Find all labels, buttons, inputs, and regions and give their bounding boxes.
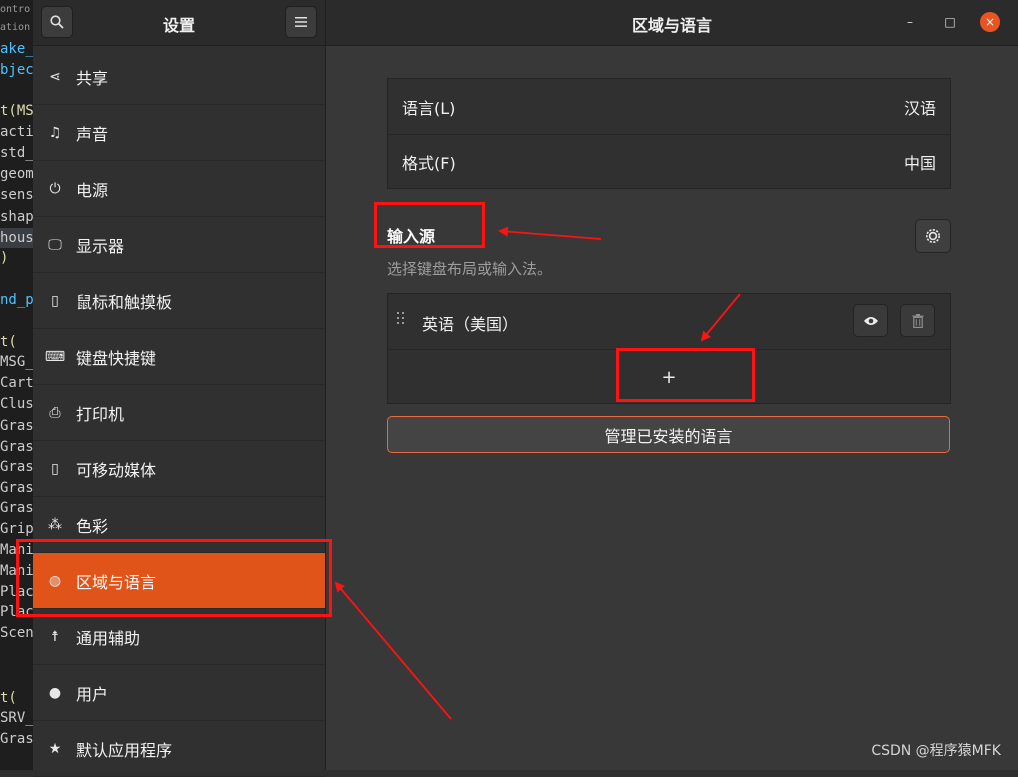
code-line: Grip	[0, 521, 33, 537]
annotation-box-add-button	[616, 348, 755, 402]
sidebar-item-label: 用户	[76, 684, 109, 704]
sidebar-item-label: 显示器	[76, 236, 125, 256]
sidebar-item-5[interactable]: ▯ 鼠标和触摸板	[33, 273, 325, 329]
sidebar-item-label: 鼠标和触摸板	[76, 292, 173, 312]
input-source-row[interactable]: 英语（美国）	[388, 294, 950, 350]
manage-languages-label: 管理已安装的语言	[604, 426, 733, 446]
sidebar-item-7[interactable]: ⎙ 打印机	[33, 385, 325, 441]
code-line: ake_	[0, 41, 33, 57]
maximize-icon: □	[944, 15, 956, 29]
code-line: t(	[0, 690, 17, 706]
monitor-icon: 🖵	[48, 236, 62, 253]
sidebar-item-3[interactable]: ⏻ 电源	[33, 161, 325, 217]
printer-icon: ⎙	[49, 404, 61, 421]
input-sources-subtitle: 选择键盘布局或输入法。	[387, 260, 553, 278]
sidebar-title: 设置	[162, 16, 195, 35]
input-source-label: 英语（美国）	[422, 315, 519, 334]
settings-sidebar: 设置 ⋖ 共享 ♫ 声音 ⏻ 电源 🖵 显示器 ▯ 鼠标和触摸板 ⌨ 键盘快捷键 ⎙ 打印机 ▯ 可移动媒体 ⁂…	[33, 0, 326, 777]
code-line: std_	[0, 145, 33, 161]
preview-layout-button[interactable]	[853, 304, 888, 337]
trash-icon	[912, 313, 923, 328]
code-line: geom	[0, 166, 33, 182]
sidebar-header: 设置	[33, 0, 325, 46]
code-line: Gras	[0, 459, 33, 475]
code-line: ontro	[0, 4, 31, 15]
code-line: Gras	[0, 480, 33, 496]
sidebar-item-label: 电源	[76, 180, 109, 200]
sidebar-item-8[interactable]: ▯ 可移动媒体	[33, 441, 325, 497]
annotation-box-input-sources	[374, 202, 485, 248]
remove-source-button[interactable]	[900, 304, 935, 337]
music-note-icon: ♫	[48, 124, 62, 141]
sidebar-item-label: 色彩	[76, 516, 109, 536]
code-line: )	[0, 250, 9, 266]
sidebar-item-label: 可移动媒体	[76, 460, 157, 480]
background-code-editor: ontro ation ake_bjec t(MS acti std_geom sens sh…	[0, 0, 33, 770]
star-icon: ★	[48, 740, 62, 757]
menu-button[interactable]	[285, 6, 317, 38]
code-line: MSG_	[0, 354, 33, 370]
mouse-icon: ▯	[51, 292, 59, 309]
removable-media-icon: ▯	[51, 460, 59, 477]
eye-icon	[863, 316, 878, 325]
manage-installed-languages-button[interactable]: 管理已安装的语言	[387, 416, 950, 453]
format-label: 格式(F)	[402, 154, 456, 173]
code-line: Clus	[0, 396, 33, 412]
drag-handle-icon[interactable]	[397, 312, 405, 328]
accessibility-icon: ☨	[51, 628, 59, 645]
sidebar-item-label: 打印机	[76, 404, 125, 424]
language-label: 语言(L)	[402, 98, 456, 118]
minimize-button[interactable]: –	[900, 12, 920, 32]
code-line: shap	[0, 209, 33, 225]
code-line: nd_p	[0, 292, 33, 308]
sidebar-item-4[interactable]: 🖵 显示器	[33, 217, 325, 273]
color-icon: ⁂	[48, 516, 62, 533]
power-icon: ⏻	[49, 180, 61, 197]
sidebar-item-11[interactable]: ☨ 通用辅助	[33, 609, 325, 665]
sidebar-item-label: 共享	[76, 68, 109, 88]
language-value: 汉语	[903, 98, 936, 118]
format-row[interactable]: 格式(F) 中国	[388, 134, 950, 189]
code-line: ation	[0, 22, 31, 33]
sidebar-item-13[interactable]: ★ 默认应用程序	[33, 721, 325, 777]
code-line: t(MS	[0, 103, 33, 119]
user-icon: ●	[48, 684, 62, 701]
sidebar-item-12[interactable]: ● 用户	[33, 665, 325, 721]
code-line: Scen	[0, 625, 33, 641]
code-line: bjec	[0, 62, 33, 78]
code-line: Gras	[0, 439, 33, 455]
sidebar-item-1[interactable]: ⋖ 共享	[33, 49, 325, 105]
close-icon: ×	[984, 15, 996, 29]
minimize-icon: –	[907, 15, 913, 29]
sidebar-item-6[interactable]: ⌨ 键盘快捷键	[33, 329, 325, 385]
share-icon: ⋖	[49, 68, 61, 85]
code-line: Cart	[0, 375, 33, 391]
code-line: Gras	[0, 418, 33, 434]
sidebar-item-label: 默认应用程序	[76, 740, 173, 760]
language-row[interactable]: 语言(L) 汉语	[388, 79, 950, 134]
code-line: t(	[0, 334, 17, 350]
hamburger-menu-icon	[295, 17, 307, 27]
sidebar-item-label: 声音	[76, 124, 109, 144]
code-line: hous	[0, 228, 33, 248]
code-line: acti	[0, 124, 33, 140]
close-button[interactable]: ×	[980, 12, 1000, 32]
code-line: Gras	[0, 731, 33, 747]
sidebar-item-label: 通用辅助	[76, 628, 141, 648]
watermark: CSDN @程序猿MFK	[871, 743, 1001, 759]
code-line: SRV_	[0, 710, 33, 726]
code-line: sens	[0, 187, 33, 203]
main-header: 区域与语言 – □ ×	[326, 0, 1018, 46]
sidebar-list: ⋖ 共享 ♫ 声音 ⏻ 电源 🖵 显示器 ▯ 鼠标和触摸板 ⌨ 键盘快捷键 ⎙ 打印机 ▯ 可移动媒体 ⁂ 色彩 ◍…	[33, 49, 325, 777]
sidebar-item-label: 键盘快捷键	[76, 348, 157, 368]
annotation-box-region-language	[16, 539, 332, 617]
maximize-button[interactable]: □	[940, 12, 960, 32]
sidebar-item-2[interactable]: ♫ 声音	[33, 105, 325, 161]
format-value: 中国	[903, 154, 936, 173]
code-line: Gras	[0, 500, 33, 516]
language-format-panel: 语言(L) 汉语 格式(F) 中国	[387, 78, 951, 189]
input-sources-settings-button[interactable]	[915, 219, 951, 253]
keyboard-icon: ⌨	[44, 348, 66, 365]
gear-icon	[926, 229, 940, 243]
